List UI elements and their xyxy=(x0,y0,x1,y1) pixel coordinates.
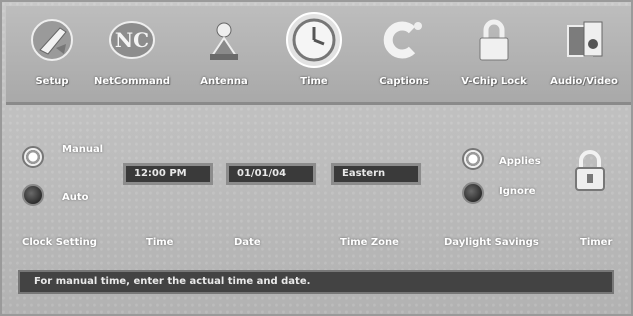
clock-auto-label: Auto xyxy=(62,192,89,203)
daylight-savings-caption: Daylight Savings xyxy=(444,237,539,248)
clock-manual-radio[interactable] xyxy=(22,146,44,168)
lock-icon xyxy=(468,14,520,66)
toolbar-time[interactable]: Time xyxy=(270,12,358,87)
time-zone-field[interactable]: Eastern xyxy=(331,163,421,185)
toolbar-vchip-lock[interactable]: V-Chip Lock xyxy=(450,14,538,87)
svg-text:NC: NC xyxy=(115,28,149,52)
setup-icon xyxy=(26,14,78,66)
toolbar-vchip-lock-label: V-Chip Lock xyxy=(461,76,527,87)
toolbar-netcommand-label: NetCommand xyxy=(93,76,170,87)
toolbar-setup-label: Setup xyxy=(35,76,69,87)
captions-icon xyxy=(378,14,430,66)
toolbar-captions-label: Captions xyxy=(379,76,429,87)
toolbar-captions[interactable]: Captions xyxy=(360,14,448,87)
clock-auto-radio[interactable] xyxy=(22,184,44,206)
toolbar-antenna[interactable]: Antenna xyxy=(180,14,268,87)
time-zone-caption: Time Zone xyxy=(340,237,399,248)
clock-setting-caption: Clock Setting xyxy=(22,237,97,248)
padlock-icon[interactable] xyxy=(572,150,608,192)
daylight-applies-radio[interactable] xyxy=(462,148,484,170)
time-settings-screen: Setup NC NetCommand Antenna Time Caption… xyxy=(0,0,633,316)
toolbar-netcommand[interactable]: NC NetCommand xyxy=(88,14,176,87)
time-settings-panel: Manual Auto 12:00 PM 01/01/04 Eastern Ap… xyxy=(6,106,631,266)
toolbar-audio-video-label: Audio/Video xyxy=(550,76,618,87)
daylight-ignore-radio[interactable] xyxy=(462,182,484,204)
timer-caption: Timer xyxy=(580,237,613,248)
audio-video-icon xyxy=(558,14,610,66)
clock-manual-label: Manual xyxy=(62,144,104,155)
time-caption: Time xyxy=(146,237,174,248)
date-caption: Date xyxy=(234,237,261,248)
antenna-icon xyxy=(198,14,250,66)
time-field[interactable]: 12:00 PM xyxy=(123,163,213,185)
toolbar-audio-video[interactable]: Audio/Video xyxy=(540,14,628,87)
date-field[interactable]: 01/01/04 xyxy=(226,163,316,185)
menu-toolbar: Setup NC NetCommand Antenna Time Caption… xyxy=(6,6,631,105)
toolbar-setup[interactable]: Setup xyxy=(8,14,96,87)
daylight-applies-label: Applies xyxy=(499,156,541,167)
toolbar-time-label: Time xyxy=(300,76,328,87)
daylight-ignore-label: Ignore xyxy=(499,186,536,197)
netcommand-icon: NC xyxy=(106,14,158,66)
clock-icon xyxy=(286,12,342,68)
status-bar: For manual time, enter the actual time a… xyxy=(18,270,614,294)
toolbar-antenna-label: Antenna xyxy=(200,76,248,87)
